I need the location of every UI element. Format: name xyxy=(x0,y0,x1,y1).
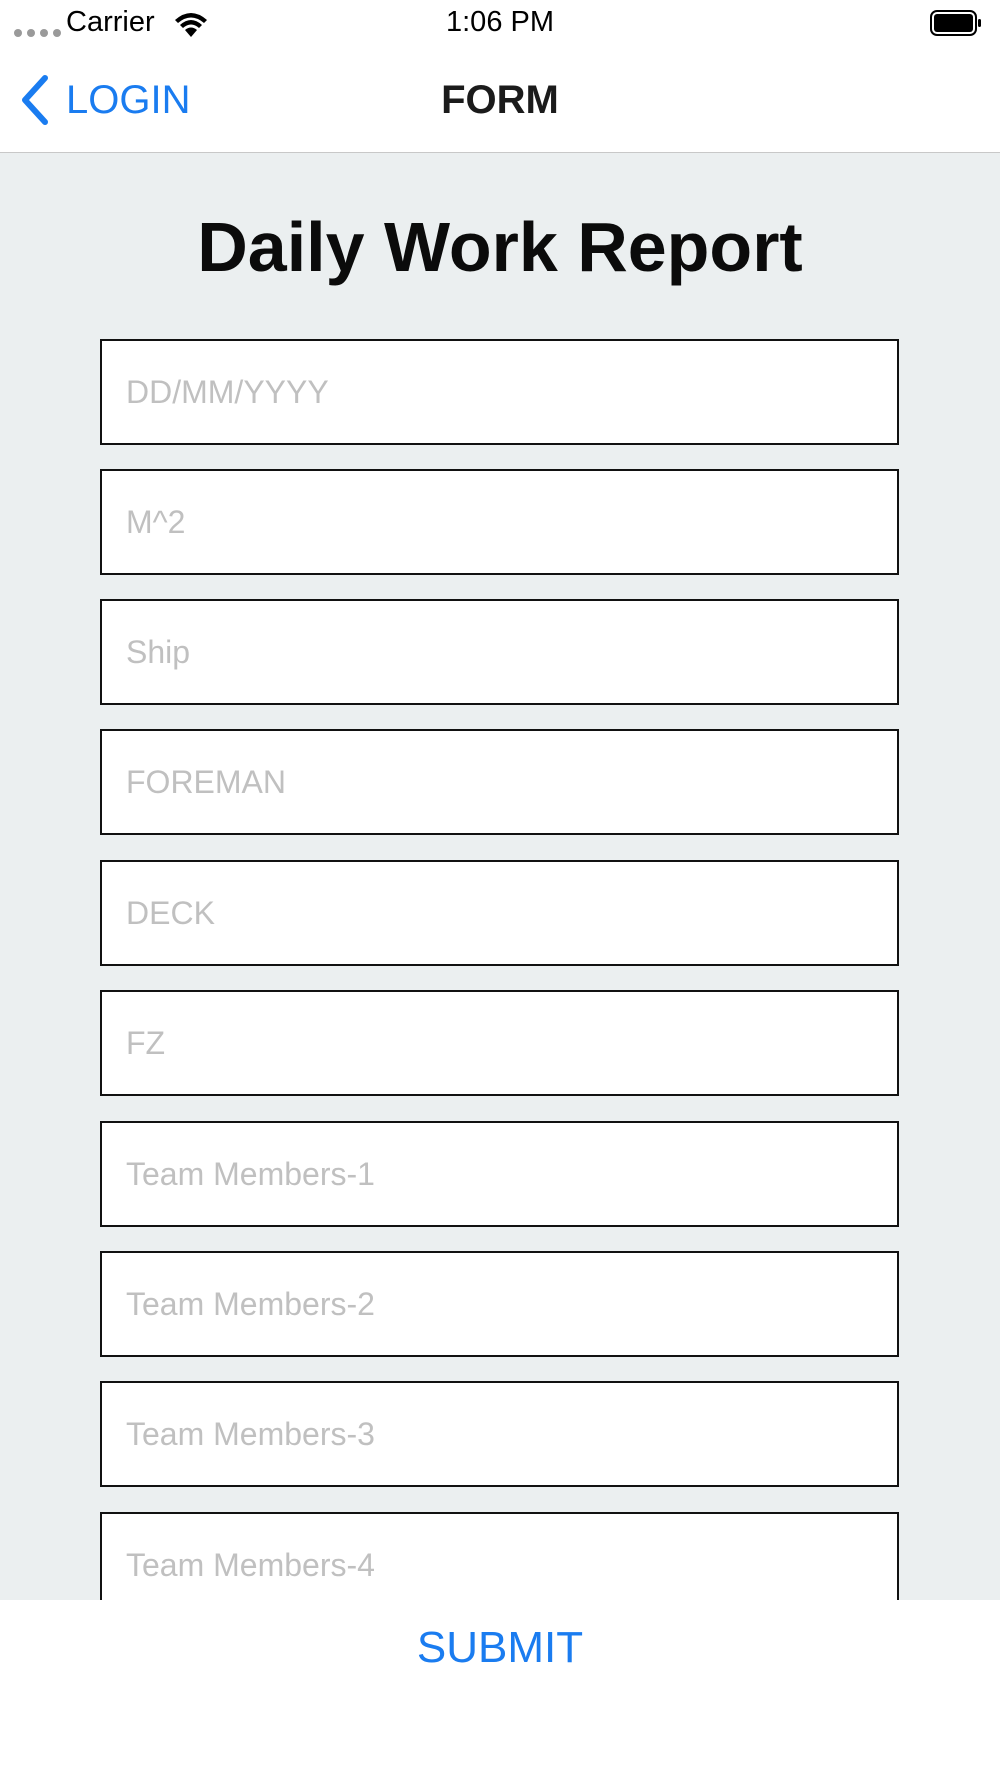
ship-field[interactable] xyxy=(100,599,899,705)
status-bar: Carrier 1:06 PM xyxy=(0,0,1000,48)
foreman-field[interactable] xyxy=(100,729,899,835)
battery-icon xyxy=(930,10,981,36)
deck-field[interactable] xyxy=(100,860,899,966)
team-member-2-field[interactable] xyxy=(100,1251,899,1357)
status-time: 1:06 PM xyxy=(446,6,554,38)
navigation-bar: LOGIN FORM xyxy=(0,48,1000,153)
bottom-bar: SUBMIT xyxy=(0,1600,1000,1778)
app-screen: Carrier 1:06 PM LOGIN FORM Daily Work Re… xyxy=(0,0,1000,1778)
fz-field[interactable] xyxy=(100,990,899,1096)
submit-button[interactable]: SUBMIT xyxy=(0,1622,1000,1674)
date-field[interactable] xyxy=(100,339,899,445)
area-m2-field[interactable] xyxy=(100,469,899,575)
form-title: Daily Work Report xyxy=(197,208,803,286)
team-member-4-field[interactable] xyxy=(100,1512,899,1600)
page-title: FORM xyxy=(441,78,559,122)
team-member-1-field[interactable] xyxy=(100,1121,899,1227)
form-scroll-view[interactable]: Daily Work Report xyxy=(0,153,1000,1600)
team-member-3-field[interactable] xyxy=(100,1381,899,1487)
